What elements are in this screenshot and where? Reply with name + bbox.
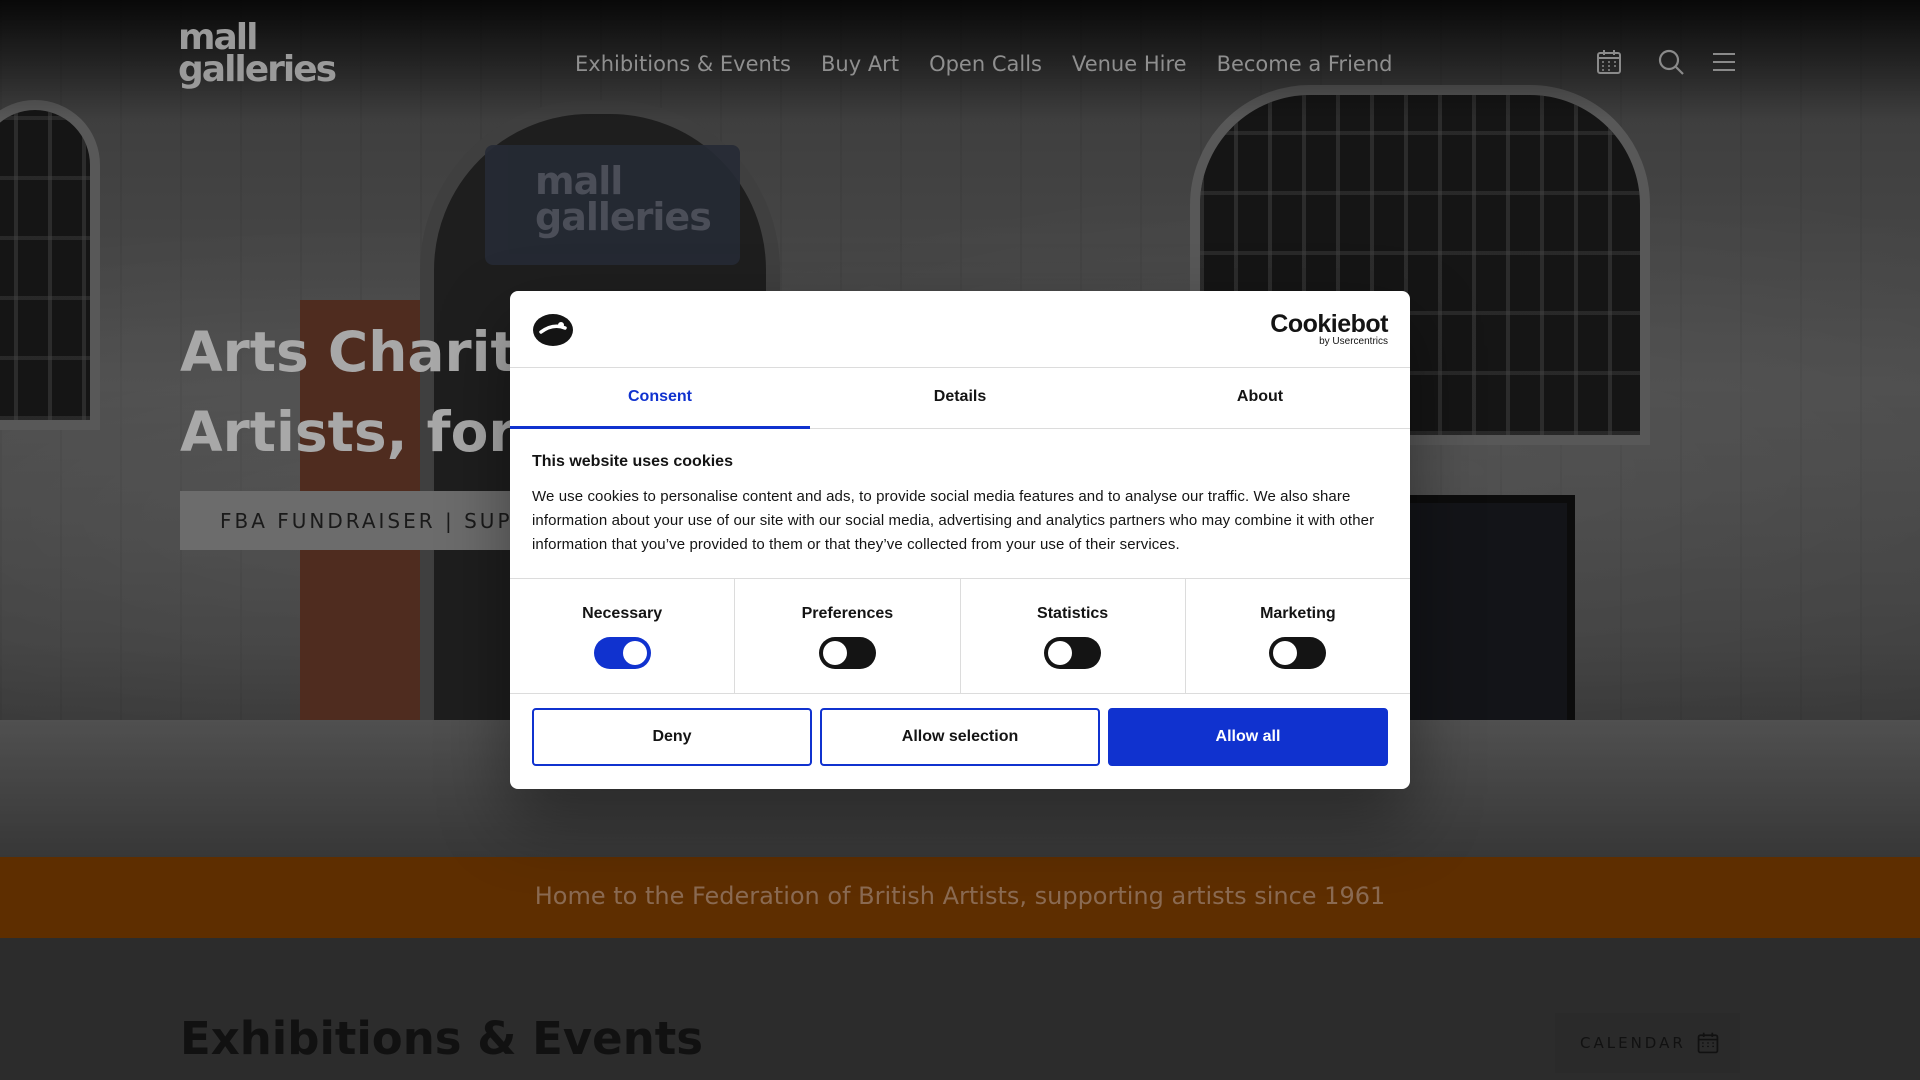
cookie-description: We use cookies to personalise content an…: [532, 488, 1375, 553]
allow-all-button[interactable]: Allow all: [1108, 708, 1388, 766]
nav-venue-hire[interactable]: Venue Hire: [1072, 52, 1187, 76]
tagline-text: Home to the Federation of British Artist…: [534, 882, 1386, 910]
tab-details[interactable]: Details: [810, 368, 1110, 428]
nav-buy-art[interactable]: Buy Art: [821, 52, 899, 76]
calendar-button-label: CALENDAR: [1580, 1034, 1686, 1052]
statistics-switch[interactable]: [1044, 637, 1102, 669]
toggle-marketing: Marketing: [1186, 579, 1410, 693]
marketing-switch[interactable]: [1269, 637, 1327, 669]
cookie-buttons: Deny Allow selection Allow all: [532, 708, 1388, 766]
cookiebot-logo[interactable]: Cookiebot by Usercentrics: [1270, 310, 1388, 348]
search-icon[interactable]: [1657, 48, 1685, 76]
calendar-icon[interactable]: [1595, 48, 1623, 76]
toggle-preferences: Preferences: [735, 579, 961, 693]
cookie-logo-icon: [532, 313, 574, 352]
nav-exhibitions-events[interactable]: Exhibitions & Events: [575, 52, 791, 76]
cookie-body: This website uses cookies We use cookies…: [532, 453, 1388, 557]
toggle-necessary: Necessary: [510, 579, 736, 693]
toggle-label: Necessary: [582, 605, 663, 622]
deny-button[interactable]: Deny: [532, 708, 812, 766]
cookiebot-brand: Cookiebot: [1270, 310, 1388, 338]
cookie-category-toggles: Necessary Preferences Statistics Marketi…: [510, 578, 1410, 694]
tab-consent[interactable]: Consent: [510, 368, 810, 429]
calendar-button[interactable]: CALENDAR: [1555, 1013, 1740, 1073]
cookie-consent-dialog: Cookiebot by Usercentrics Consent Detail…: [510, 291, 1410, 789]
preferences-switch[interactable]: [818, 637, 876, 669]
section-heading: Exhibitions & Events: [180, 1012, 704, 1065]
cookie-heading: This website uses cookies: [532, 453, 733, 470]
main-nav: Exhibitions & Events Buy Art Open Calls …: [575, 52, 1392, 76]
toggle-statistics: Statistics: [961, 579, 1186, 693]
nav-open-calls[interactable]: Open Calls: [929, 52, 1042, 76]
logo-line-2: galleries: [178, 49, 337, 90]
cookie-tabs: Consent Details About: [510, 368, 1410, 429]
necessary-switch[interactable]: [593, 637, 651, 669]
cookie-dialog-header: Cookiebot by Usercentrics: [510, 291, 1410, 368]
tagline-strip: Home to the Federation of British Artist…: [0, 857, 1920, 938]
toggle-label: Statistics: [1037, 605, 1109, 622]
calendar-icon: [1697, 1032, 1719, 1054]
nav-become-a-friend[interactable]: Become a Friend: [1217, 52, 1393, 76]
fundraiser-button[interactable]: FBA FUNDRAISER | SUPPO: [180, 491, 540, 550]
toggle-label: Preferences: [801, 605, 894, 622]
toggle-label: Marketing: [1260, 605, 1336, 622]
allow-selection-button[interactable]: Allow selection: [820, 708, 1100, 766]
menu-icon[interactable]: [1710, 48, 1738, 76]
site-logo[interactable]: mall galleries: [178, 20, 338, 92]
exhibitions-section: Exhibitions & Events CALENDAR: [0, 938, 1920, 1080]
tab-about[interactable]: About: [1110, 368, 1410, 428]
